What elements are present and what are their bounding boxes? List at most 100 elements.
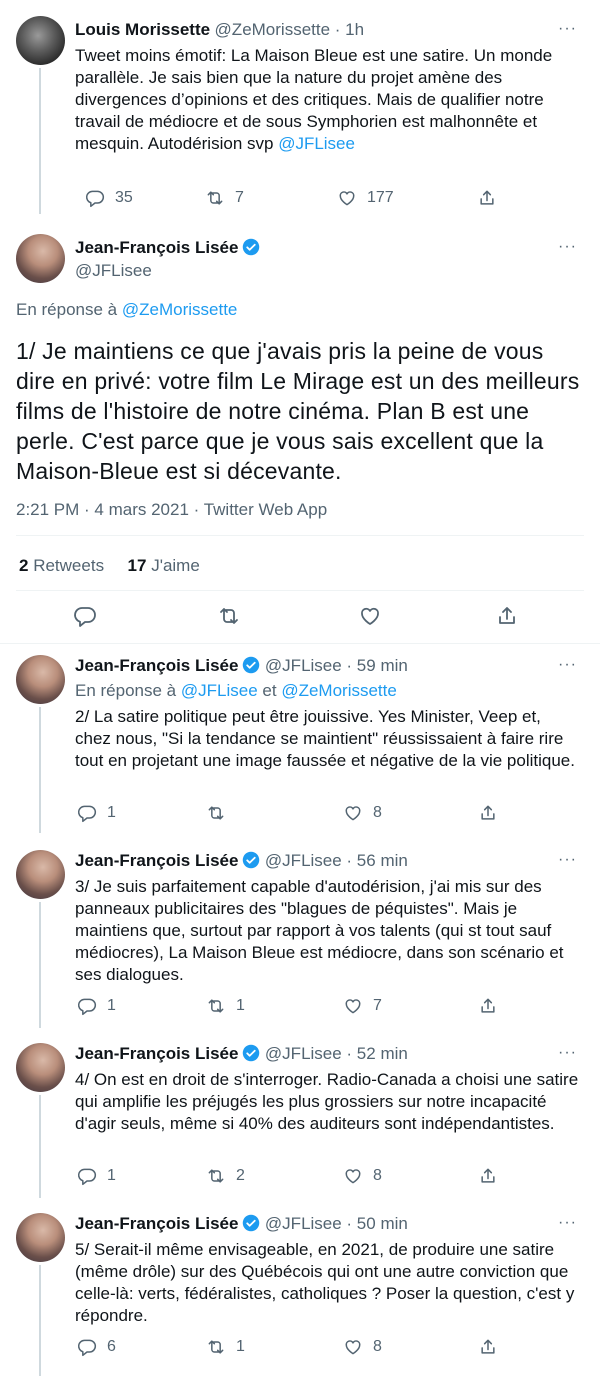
author-name[interactable]: Jean-François Lisée — [75, 1214, 238, 1233]
retweet-count: 1 — [236, 997, 245, 1014]
tweet-text: 3/ Je suis parfaitement capable d'autodé… — [75, 877, 564, 984]
reply-context: En réponse à @ZeMorissette — [16, 300, 237, 320]
reply-button[interactable] — [73, 604, 97, 628]
thread-line — [39, 68, 41, 214]
reply-button[interactable]: 35 — [85, 188, 133, 208]
timestamp[interactable]: 2:21 PM · 4 mars 2021 · Twitter Web App — [16, 500, 327, 520]
more-icon[interactable]: ··· — [558, 1214, 577, 1232]
reply-icon — [77, 805, 97, 823]
retweet-icon — [220, 608, 238, 624]
divider — [0, 643, 600, 644]
share-icon — [480, 190, 494, 205]
tweet-header: Jean-François Lisée @JFLisee · 59 min — [75, 656, 408, 676]
verified-badge-icon — [243, 1044, 260, 1062]
reply-icon — [77, 998, 97, 1016]
retweet-count: 2 — [236, 1167, 245, 1184]
author-handle[interactable]: @JFLisee — [75, 261, 152, 281]
tweet-header: Louis Morissette @ZeMorissette · 1h — [75, 20, 585, 40]
like-count: 8 — [373, 1338, 382, 1355]
like-button[interactable]: 7 — [343, 996, 382, 1016]
verified-badge-icon — [243, 851, 260, 869]
avatar[interactable] — [16, 655, 65, 704]
tweet-header: Jean-François Lisée @JFLisee · 50 min — [75, 1214, 408, 1234]
like-button[interactable]: 8 — [343, 1166, 382, 1186]
retweet-button[interactable] — [217, 604, 241, 628]
reply-count: 35 — [115, 189, 133, 206]
main-author: Jean-François Lisée — [75, 238, 260, 258]
avatar[interactable] — [16, 16, 65, 65]
mention-link[interactable]: @ZeMorissette — [122, 300, 238, 319]
retweet-button[interactable]: 2 — [206, 1166, 245, 1186]
share-button[interactable] — [478, 803, 498, 823]
retweet-button[interactable]: 1 — [206, 996, 245, 1016]
reply-button[interactable]: 1 — [77, 803, 116, 823]
avatar[interactable] — [16, 234, 65, 283]
retweets-label[interactable]: Retweets — [33, 556, 104, 575]
more-icon[interactable]: ··· — [558, 238, 577, 256]
retweet-button[interactable]: 7 — [205, 188, 244, 208]
engagement-stats: 2 Retweets 17 J'aime — [19, 556, 200, 576]
retweet-icon — [208, 806, 224, 820]
more-icon[interactable]: ··· — [558, 851, 577, 869]
share-button[interactable] — [478, 1166, 498, 1186]
like-button[interactable] — [358, 604, 382, 628]
verified-badge-icon — [243, 1214, 260, 1232]
verified-badge-icon — [243, 238, 260, 256]
share-icon — [481, 1168, 495, 1183]
share-icon — [499, 607, 515, 624]
reply-prefix: En réponse à — [75, 681, 177, 700]
author-name[interactable]: Jean-François Lisée — [75, 238, 238, 257]
like-count: 8 — [373, 804, 382, 821]
more-icon[interactable]: ··· — [558, 1044, 577, 1062]
retweet-count: 1 — [236, 1338, 245, 1355]
mention-link[interactable]: @JFLisee — [181, 681, 258, 700]
avatar[interactable] — [16, 1213, 65, 1262]
like-button[interactable]: 177 — [337, 188, 394, 208]
reply-button[interactable]: 6 — [77, 1337, 116, 1357]
author-name[interactable]: Jean-François Lisée — [75, 851, 238, 870]
author-name[interactable]: Louis Morissette — [75, 20, 210, 39]
author-handle[interactable]: @JFLisee · 59 min — [265, 656, 408, 675]
mention-link[interactable]: @ZeMorissette — [281, 681, 397, 700]
more-icon[interactable]: ··· — [558, 20, 577, 38]
more-icon[interactable]: ··· — [558, 656, 577, 674]
tweet-text: 4/ On est en droit de s'interroger. Radi… — [75, 1070, 579, 1133]
like-button[interactable]: 8 — [343, 1337, 382, 1357]
author-name[interactable]: Jean-François Lisée — [75, 656, 238, 675]
share-button[interactable] — [495, 604, 519, 628]
like-button[interactable]: 8 — [343, 803, 382, 823]
likes-count[interactable]: 17 — [128, 556, 147, 575]
tweet-header: Jean-François Lisée @JFLisee · 52 min — [75, 1044, 408, 1064]
reply-button[interactable]: 1 — [77, 996, 116, 1016]
like-icon — [361, 607, 379, 625]
share-button[interactable] — [478, 1337, 498, 1357]
like-icon — [345, 1340, 361, 1355]
author-handle[interactable]: @JFLisee · 52 min — [265, 1044, 408, 1063]
share-button[interactable] — [478, 996, 498, 1016]
author-handle[interactable]: @JFLisee · 56 min — [265, 851, 408, 870]
reply-icon — [77, 1168, 97, 1186]
tweet-text: 2/ La satire politique peut être jouissi… — [75, 707, 575, 770]
mention-link[interactable]: @JFLisee — [278, 134, 355, 153]
author-handle[interactable]: @ZeMorissette · 1h — [215, 20, 365, 39]
reply-count: 6 — [107, 1338, 116, 1355]
retweets-count[interactable]: 2 — [19, 556, 28, 575]
tweet-header: Jean-François Lisée @JFLisee · 56 min — [75, 851, 408, 871]
like-count: 7 — [373, 997, 382, 1014]
divider — [16, 535, 584, 536]
thread-line — [39, 902, 41, 1028]
avatar[interactable] — [16, 850, 65, 899]
retweet-button[interactable] — [206, 803, 236, 823]
thread-line — [39, 707, 41, 833]
likes-label[interactable]: J'aime — [151, 556, 200, 575]
avatar[interactable] — [16, 1043, 65, 1092]
retweet-button[interactable]: 1 — [206, 1337, 245, 1357]
reply-icon — [74, 607, 96, 627]
author-name[interactable]: Jean-François Lisée — [75, 1044, 238, 1063]
retweet-icon — [207, 191, 223, 205]
author-handle[interactable]: @JFLisee · 50 min — [265, 1214, 408, 1233]
like-count: 177 — [367, 189, 394, 206]
share-button[interactable] — [477, 188, 497, 208]
reply-button[interactable]: 1 — [77, 1166, 116, 1186]
retweet-icon — [208, 999, 224, 1013]
